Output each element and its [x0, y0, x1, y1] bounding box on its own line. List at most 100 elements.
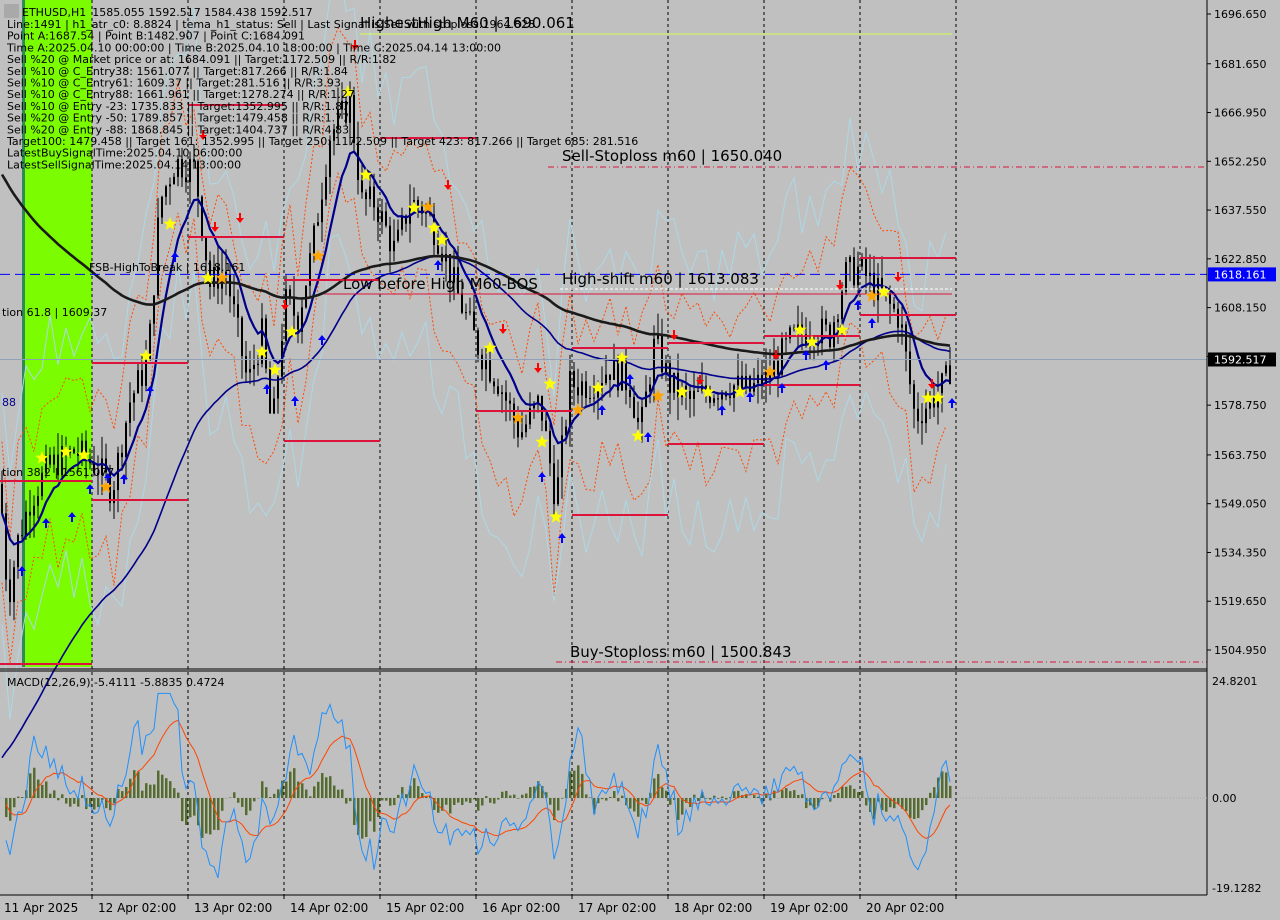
candle-body — [245, 356, 247, 373]
macd-bar — [5, 798, 8, 818]
candle-body — [741, 375, 743, 389]
macd-bar — [241, 798, 244, 807]
macd-bar — [473, 798, 476, 800]
macd-bar — [573, 770, 576, 798]
candle-body — [385, 211, 387, 226]
candle-body — [505, 392, 507, 401]
macd-bar — [709, 798, 712, 800]
candle-body — [233, 296, 235, 305]
macd-bar — [261, 781, 264, 798]
candle-body — [905, 324, 907, 352]
macd-bar — [233, 792, 236, 798]
macd-bar — [793, 790, 796, 798]
candle-body — [865, 256, 867, 276]
candle-body — [137, 370, 139, 394]
macd-bar — [589, 797, 592, 798]
candle-body — [201, 196, 203, 237]
candle-body — [49, 454, 51, 465]
macd-bar — [69, 798, 72, 807]
candle-body — [857, 266, 859, 286]
candle-body — [689, 390, 691, 399]
macd-bar — [173, 788, 176, 798]
macd-bar — [389, 798, 392, 806]
macd-bar — [513, 794, 516, 798]
macd-bar — [369, 798, 372, 822]
macd-bar — [329, 776, 332, 798]
time-tick-label: 19 Apr 02:00 — [770, 901, 848, 915]
candle-body — [321, 199, 323, 223]
macd-bar — [585, 794, 588, 798]
candle-body — [37, 496, 39, 506]
candle-body — [121, 452, 123, 458]
candle-body — [545, 420, 547, 431]
candle-body — [549, 430, 551, 464]
macd-bar — [457, 798, 460, 803]
fsb-high-label: FSB-HighToBreak | 1618.161 — [89, 261, 245, 274]
candle-body — [145, 360, 147, 386]
macd-bar — [417, 786, 420, 798]
macd-bar — [133, 770, 136, 798]
candle-body — [901, 324, 903, 328]
macd-bar — [141, 790, 144, 798]
candle-body — [853, 257, 855, 286]
candle-body — [921, 421, 923, 424]
macd-bar — [181, 798, 184, 822]
macd-bar — [385, 798, 388, 801]
candle-body — [593, 397, 595, 399]
candle-body — [361, 180, 363, 193]
candle-body — [737, 375, 739, 386]
macd-bar — [525, 793, 528, 798]
macd-bar — [269, 796, 272, 798]
candle-body — [889, 293, 891, 304]
macd-bar — [917, 798, 920, 819]
candle-body — [9, 579, 11, 603]
macd-bar — [73, 798, 76, 804]
candle-body — [13, 567, 15, 603]
candle-body — [557, 477, 559, 505]
macd-bar — [213, 798, 216, 830]
candle-body — [837, 319, 839, 323]
candle-body — [261, 318, 263, 364]
macd-bar — [253, 798, 256, 802]
chart-window[interactable]: MACD(12,26,9) -5.4111 -5.8835 0.4724 ETH… — [0, 0, 1280, 920]
macd-bar — [893, 798, 896, 809]
macd-bar — [717, 798, 720, 799]
candle-body — [909, 351, 911, 385]
macd-bar — [609, 796, 612, 798]
macd-bar — [413, 778, 416, 798]
macd-bar — [733, 791, 736, 798]
macd-bar — [449, 798, 452, 814]
macd-bar — [345, 798, 348, 804]
candle-body — [653, 338, 655, 385]
macd-bar — [453, 798, 456, 805]
candle-body — [501, 392, 503, 394]
macd-bar — [601, 798, 604, 800]
macd-bar — [477, 798, 480, 811]
candle-body — [637, 417, 639, 423]
price-tick-label: 1608.150 — [1214, 302, 1267, 315]
macd-bar — [137, 771, 140, 798]
macd-bar — [489, 798, 492, 803]
macd-bar — [145, 783, 148, 798]
candle-body — [697, 390, 699, 392]
macd-bar — [97, 798, 100, 808]
candle-body — [393, 240, 395, 252]
macd-bar — [301, 783, 304, 798]
macd-bar — [21, 797, 24, 798]
candle-body — [53, 454, 55, 465]
candle-body — [661, 334, 663, 373]
macd-bar — [305, 789, 308, 798]
macd-bar — [781, 790, 784, 798]
macd-bar — [613, 791, 616, 798]
candle-body — [1, 483, 3, 514]
macd-bar — [841, 786, 844, 798]
macd-bar — [865, 798, 868, 806]
price-tick-label: 1666.950 — [1214, 107, 1267, 120]
macd-bar — [885, 798, 888, 812]
candle-body — [25, 511, 27, 536]
macd-bar — [945, 772, 948, 798]
candle-body — [585, 381, 587, 398]
macd-bar — [45, 781, 48, 798]
candle-body — [33, 505, 35, 516]
macd-bar — [205, 798, 208, 834]
